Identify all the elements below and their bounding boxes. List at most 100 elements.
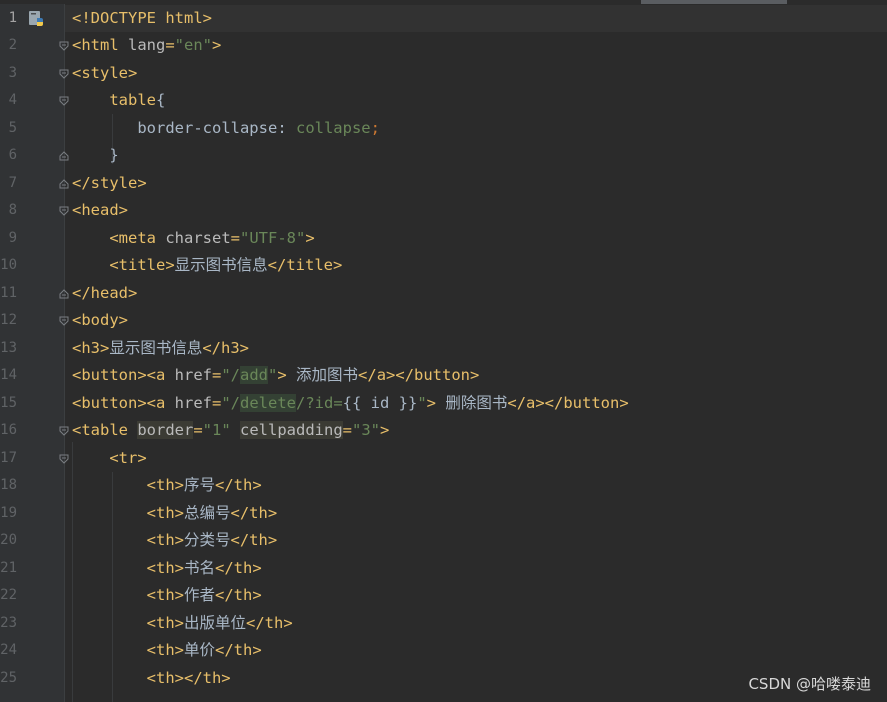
code-text[interactable]: <style> bbox=[72, 60, 137, 88]
code-text[interactable]: <th>书名</th> bbox=[72, 555, 262, 583]
code-text[interactable]: <body> bbox=[72, 307, 128, 335]
code-text[interactable]: <th></th> bbox=[72, 665, 231, 693]
line-number[interactable]: 14 bbox=[0, 362, 17, 390]
line-number[interactable]: 19 bbox=[0, 500, 17, 528]
line-number[interactable]: 3 bbox=[0, 60, 17, 88]
line-number[interactable]: 9 bbox=[0, 225, 17, 253]
code-text[interactable]: <th>出版单位</th> bbox=[72, 610, 293, 638]
fold-expanded-icon[interactable] bbox=[59, 454, 69, 464]
code-token: = bbox=[342, 421, 353, 439]
fold-end-icon[interactable] bbox=[59, 178, 69, 189]
code-line[interactable]: 6 } bbox=[0, 142, 887, 170]
code-text[interactable]: <title>显示图书信息</title> bbox=[72, 252, 342, 280]
code-line[interactable]: 20 <th>分类号</th> bbox=[0, 527, 887, 555]
code-text[interactable]: <th>序号</th> bbox=[72, 472, 262, 500]
code-line[interactable]: 16 <table border="1" cellpadding="3"> bbox=[0, 417, 887, 445]
code-text[interactable]: table{ bbox=[72, 87, 165, 115]
code-text[interactable]: <h3>显示图书信息</h3> bbox=[72, 335, 249, 363]
code-line[interactable]: 8 <head> bbox=[0, 197, 887, 225]
code-line[interactable]: 10 <title>显示图书信息</title> bbox=[0, 252, 887, 280]
fold-expanded-icon[interactable] bbox=[59, 426, 69, 436]
code-text[interactable]: <th>总编号</th> bbox=[72, 500, 278, 528]
code-text[interactable]: <th>分类号</th> bbox=[72, 527, 278, 555]
line-number[interactable]: 15 bbox=[0, 390, 17, 418]
code-line[interactable]: 7 </style> bbox=[0, 170, 887, 198]
code-line[interactable]: 24 <th>单价</th> bbox=[0, 637, 887, 665]
code-text[interactable]: <th>作者</th> bbox=[72, 582, 262, 610]
code-line[interactable]: 11 </head> bbox=[0, 280, 887, 308]
line-number[interactable]: 21 bbox=[0, 555, 17, 583]
line-number[interactable]: 24 bbox=[0, 637, 17, 665]
code-token: delete bbox=[240, 393, 296, 412]
code-line[interactable]: 5 border-collapse: collapse; bbox=[0, 115, 887, 143]
code-text[interactable]: <html lang="en"> bbox=[72, 32, 221, 60]
code-token: </style> bbox=[72, 173, 147, 192]
line-number[interactable]: 25 bbox=[0, 665, 17, 693]
line-number[interactable]: 13 bbox=[0, 335, 17, 363]
code-text[interactable]: </style> bbox=[72, 170, 147, 198]
code-text[interactable]: <th>单价</th> bbox=[72, 637, 262, 665]
code-line[interactable]: 3 <style> bbox=[0, 60, 887, 88]
code-text[interactable]: <tr> bbox=[72, 445, 146, 473]
fold-expanded-icon[interactable] bbox=[59, 96, 69, 106]
line-number[interactable]: 2 bbox=[0, 32, 17, 60]
code-text[interactable]: <head> bbox=[72, 197, 128, 225]
horizontal-scrollbar-thumb[interactable] bbox=[641, 0, 787, 4]
code-token: /?id= bbox=[296, 393, 343, 412]
code-line[interactable]: 12 <body> bbox=[0, 307, 887, 335]
line-number[interactable]: 22 bbox=[0, 582, 17, 610]
code-line[interactable]: 14 <button><a href="/add"> 添加图书</a></butt… bbox=[0, 362, 887, 390]
fold-end-icon[interactable] bbox=[59, 288, 69, 299]
code-text[interactable]: </head> bbox=[72, 280, 137, 308]
fold-expanded-icon[interactable] bbox=[59, 69, 69, 79]
line-number[interactable]: 20 bbox=[0, 527, 17, 555]
code-text[interactable]: <button><a href="/delete/?id={{ id }}"> … bbox=[72, 390, 629, 418]
fold-expanded-icon[interactable] bbox=[59, 316, 69, 326]
line-number[interactable]: 5 bbox=[0, 115, 17, 143]
fold-end-icon[interactable] bbox=[59, 151, 69, 161]
line-number[interactable]: 8 bbox=[0, 197, 17, 225]
code-line[interactable]: 21 <th>书名</th> bbox=[0, 555, 887, 583]
code-text[interactable]: <!DOCTYPE html> bbox=[72, 5, 212, 33]
code-text[interactable]: border-collapse: collapse; bbox=[72, 115, 380, 143]
line-number[interactable]: 10 bbox=[0, 252, 17, 280]
code-line[interactable]: 13 <h3>显示图书信息</h3> bbox=[0, 335, 887, 363]
line-number[interactable]: 23 bbox=[0, 610, 17, 638]
code-line[interactable]: 1 <!DOCTYPE html> bbox=[0, 5, 887, 33]
line-number[interactable]: 12 bbox=[0, 307, 17, 335]
code-line[interactable]: 22 <th>作者</th> bbox=[0, 582, 887, 610]
line-number[interactable]: 6 bbox=[0, 142, 17, 170]
code-line[interactable]: 23 <th>出版单位</th> bbox=[0, 610, 887, 638]
code-line[interactable]: 4 table{ bbox=[0, 87, 887, 115]
line-number[interactable]: 16 bbox=[0, 417, 17, 445]
line-number[interactable]: 11 bbox=[0, 280, 17, 308]
code-line[interactable]: 19 <th>总编号</th> bbox=[0, 500, 887, 528]
code-line[interactable]: 9 <meta charset="UTF-8"> bbox=[0, 225, 887, 253]
code-line[interactable]: 17 <tr> bbox=[0, 445, 887, 473]
code-text[interactable]: <table border="1" cellpadding="3"> bbox=[72, 417, 389, 445]
code-token: lang bbox=[128, 36, 166, 54]
code-line[interactable]: 18 <th>序号</th> bbox=[0, 472, 887, 500]
fold-expanded-icon[interactable] bbox=[59, 41, 69, 51]
code-token: "1" bbox=[202, 421, 231, 439]
code-line[interactable]: 2 <html lang="en"> bbox=[0, 32, 887, 60]
code-token: 作者 bbox=[183, 586, 215, 604]
fold-expanded-icon[interactable] bbox=[59, 206, 69, 216]
code-text[interactable]: <button><a href="/add"> 添加图书</a></button… bbox=[72, 362, 479, 390]
line-number[interactable]: 7 bbox=[0, 170, 17, 198]
line-number[interactable]: 1 bbox=[0, 5, 17, 33]
line-number[interactable]: 18 bbox=[0, 472, 17, 500]
code-text[interactable]: } bbox=[72, 142, 118, 170]
code-token: <th> bbox=[146, 613, 184, 632]
code-editor[interactable]: 1 <!DOCTYPE html> 2 <html lang="en"> 3 <style… bbox=[0, 0, 887, 702]
code-token: <button><a bbox=[72, 366, 175, 384]
code-token: " bbox=[268, 366, 278, 384]
line-number[interactable]: 4 bbox=[0, 87, 17, 115]
line-number[interactable]: 17 bbox=[0, 445, 17, 473]
code-line[interactable]: 15 <button><a href="/delete/?id={{ id }}"… bbox=[0, 390, 887, 418]
code-text[interactable]: <meta charset="UTF-8"> bbox=[72, 225, 314, 253]
